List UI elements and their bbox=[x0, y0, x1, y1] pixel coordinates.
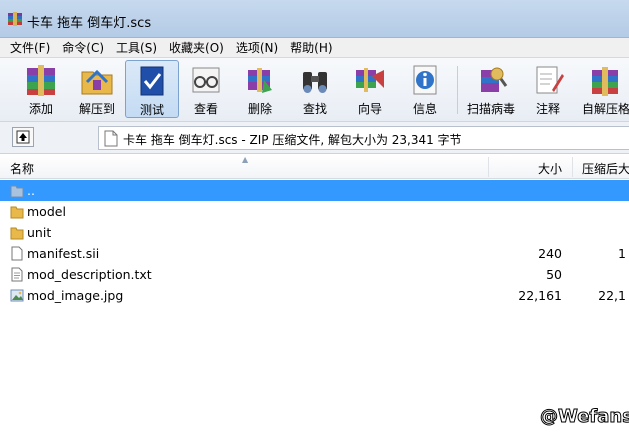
file-size: 22,161 bbox=[518, 288, 562, 303]
file-name: mod_description.txt bbox=[27, 267, 152, 282]
title-bar[interactable]: 卡车 拖车 倒车灯.scs bbox=[0, 0, 629, 38]
archive-path-text: 卡车 拖车 倒车灯.scs - ZIP 压缩文件, 解包大小为 23,341 字… bbox=[123, 133, 462, 147]
menu-favorites[interactable]: 收藏夹(O) bbox=[163, 39, 230, 57]
extract-folder-icon bbox=[81, 69, 113, 95]
add-label: 添加 bbox=[28, 102, 53, 116]
sfx-label: 自解压格 bbox=[581, 102, 629, 116]
document-icon bbox=[104, 130, 118, 147]
file-list-header: 名称 ▲ 大小 压缩后大 bbox=[0, 155, 629, 179]
toolbar: 添加 解压到 测试 查看 删除 查找 向导 信息 扫描病毒 注释 自解压格 bbox=[0, 58, 629, 122]
add-button[interactable]: 添加 bbox=[14, 60, 68, 118]
menu-commands[interactable]: 命令(C) bbox=[56, 39, 110, 57]
archive-path-field[interactable]: 卡车 拖车 倒车灯.scs - ZIP 压缩文件, 解包大小为 23,341 字… bbox=[98, 126, 629, 150]
test-checkmark-icon bbox=[140, 66, 164, 96]
comment-label: 注释 bbox=[535, 102, 560, 116]
toolbar-separator bbox=[457, 66, 458, 114]
sfx-button[interactable]: 自解压格 bbox=[577, 60, 629, 118]
view-label: 查看 bbox=[193, 102, 218, 116]
comment-button[interactable]: 注释 bbox=[525, 60, 571, 118]
column-size-header[interactable]: 大小 bbox=[538, 160, 562, 177]
file-row-image[interactable]: mod_image.jpg 22,161 22,1 bbox=[0, 285, 629, 306]
column-divider[interactable] bbox=[572, 157, 573, 177]
column-packed-header[interactable]: 压缩后大 bbox=[582, 160, 629, 177]
menu-file[interactable]: 文件(F) bbox=[4, 39, 56, 57]
extract-to-button[interactable]: 解压到 bbox=[72, 60, 122, 118]
test-button[interactable]: 测试 bbox=[125, 60, 179, 118]
delete-label: 删除 bbox=[247, 102, 272, 116]
folder-up-icon bbox=[10, 185, 24, 198]
sort-ascending-icon: ▲ bbox=[242, 155, 249, 164]
virus-scan-label: 扫描病毒 bbox=[466, 102, 515, 116]
file-row-unit[interactable]: unit bbox=[0, 222, 629, 243]
menu-bar: 文件(F) 命令(C) 工具(S) 收藏夹(O) 选项(N) 帮助(H) bbox=[0, 38, 629, 58]
column-name-header[interactable]: 名称 bbox=[10, 160, 34, 177]
wizard-label: 向导 bbox=[357, 102, 382, 116]
text-file-icon bbox=[11, 267, 23, 282]
file-name: manifest.sii bbox=[27, 246, 100, 261]
menu-help[interactable]: 帮助(H) bbox=[284, 39, 338, 57]
virus-scan-button[interactable]: 扫描病毒 bbox=[462, 60, 520, 118]
binoculars-icon bbox=[303, 72, 327, 93]
window-title: 卡车 拖车 倒车灯.scs bbox=[27, 16, 152, 31]
wizard-icon bbox=[356, 68, 384, 92]
file-packed-size: 1 bbox=[618, 246, 626, 261]
file-list: .. model unit manifest.sii 240 1 mod_des… bbox=[0, 180, 629, 306]
file-row-description[interactable]: mod_description.txt 50 bbox=[0, 264, 629, 285]
info-button[interactable]: 信息 bbox=[400, 60, 450, 118]
add-archive-icon bbox=[27, 65, 55, 96]
delete-button[interactable]: 删除 bbox=[235, 60, 285, 118]
delete-icon bbox=[248, 68, 272, 93]
file-row-parent[interactable]: .. bbox=[0, 180, 629, 201]
info-icon bbox=[413, 65, 437, 95]
watermark: @Wefans bbox=[540, 406, 629, 428]
sfx-archive-icon bbox=[592, 67, 618, 96]
file-size: 50 bbox=[546, 267, 562, 282]
view-glasses-icon bbox=[192, 67, 220, 93]
file-row-model[interactable]: model bbox=[0, 201, 629, 222]
test-label: 测试 bbox=[139, 103, 164, 117]
file-size: 240 bbox=[538, 246, 562, 261]
up-arrow-icon bbox=[16, 130, 30, 144]
find-label: 查找 bbox=[302, 102, 327, 116]
file-name: mod_image.jpg bbox=[27, 288, 124, 303]
file-icon bbox=[11, 246, 23, 261]
address-bar: 卡车 拖车 倒车灯.scs - ZIP 压缩文件, 解包大小为 23,341 字… bbox=[0, 122, 629, 154]
comment-pen-icon bbox=[536, 66, 564, 94]
winrar-app-icon bbox=[8, 12, 22, 26]
folder-icon bbox=[10, 227, 24, 240]
file-packed-size: 22,1 bbox=[598, 288, 626, 303]
up-folder-button[interactable] bbox=[12, 127, 34, 147]
column-divider[interactable] bbox=[488, 157, 489, 177]
folder-icon bbox=[10, 206, 24, 219]
menu-options[interactable]: 选项(N) bbox=[230, 39, 284, 57]
info-label: 信息 bbox=[412, 102, 437, 116]
find-button[interactable]: 查找 bbox=[290, 60, 340, 118]
file-row-manifest[interactable]: manifest.sii 240 1 bbox=[0, 243, 629, 264]
file-name: .. bbox=[27, 183, 35, 198]
extract-to-label: 解压到 bbox=[78, 102, 115, 116]
menu-tools[interactable]: 工具(S) bbox=[110, 39, 163, 57]
wizard-button[interactable]: 向导 bbox=[344, 60, 396, 118]
view-button[interactable]: 查看 bbox=[181, 60, 231, 118]
file-name: model bbox=[27, 204, 66, 219]
image-file-icon bbox=[10, 289, 24, 302]
file-name: unit bbox=[27, 225, 52, 240]
virus-scan-icon bbox=[481, 67, 508, 92]
